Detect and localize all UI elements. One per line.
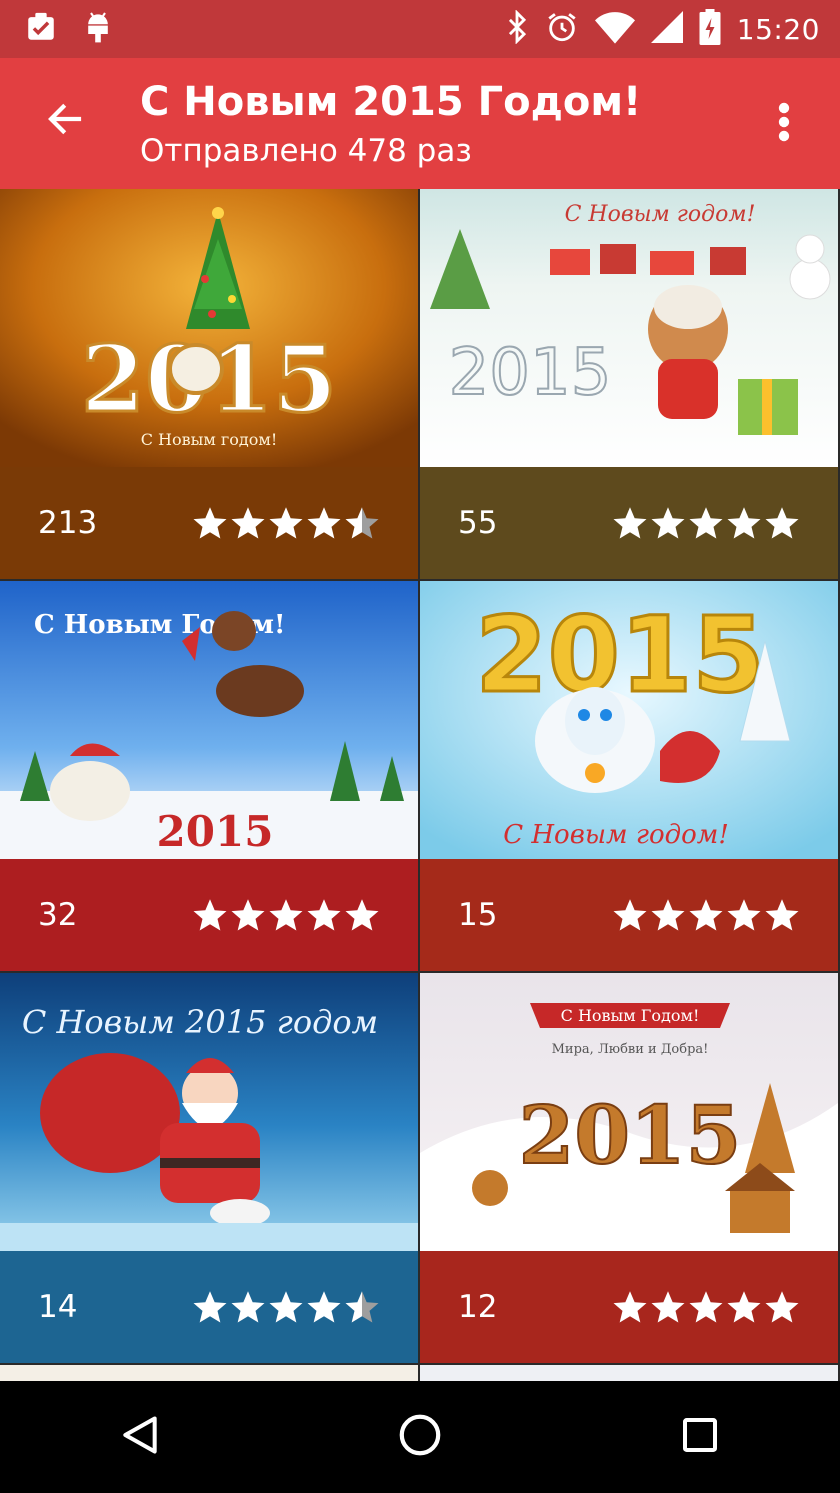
send-count: 213 [38, 505, 98, 541]
card-4[interactable]: 2015 С Новым годом! 15 [420, 581, 838, 971]
star-full-icon [689, 507, 723, 539]
signal-icon [650, 11, 683, 47]
nav-home-button[interactable] [360, 1381, 480, 1493]
rating-stars [612, 1289, 838, 1325]
star-full-icon [193, 507, 227, 539]
bluetooth-icon [505, 9, 529, 48]
card-grid: 2015 С Новым годом! 213 С Новым годом! 2… [0, 189, 840, 1381]
star-full-icon [727, 899, 761, 931]
star-full-icon [727, 1291, 761, 1323]
card-image: С Новым 2015 годом [0, 973, 418, 1251]
star-full-icon [651, 507, 685, 539]
star-full-icon [193, 1291, 227, 1323]
card-art-text: С Новым 2015 годом [22, 1003, 378, 1041]
star-full-icon [231, 507, 265, 539]
back-triangle-icon [118, 1412, 162, 1462]
card-art-year: 2015 [157, 807, 274, 856]
card-footer: 14 [0, 1251, 418, 1363]
rating-stars [612, 897, 838, 933]
clipboard-check-icon [24, 10, 58, 48]
card-image: 2015 С Новым годом! [0, 189, 418, 467]
star-half-icon [345, 507, 379, 539]
card-3[interactable]: С Новым Годом! 2015 32 [0, 581, 418, 971]
star-full-icon [231, 1291, 265, 1323]
card-6[interactable]: С Новым Годом! Мира, Любви и Добра! 2015… [420, 973, 838, 1363]
star-full-icon [307, 507, 341, 539]
card-art-subtext: Мира, Любви и Добра! [552, 1042, 709, 1057]
card-image: С Новым годом! 2015 [420, 189, 838, 467]
card-art-text: С Новым годом! [141, 430, 278, 449]
app-bar: С Новым 2015 Годом! Отправлено 478 раз [0, 58, 840, 189]
more-vert-icon [778, 102, 790, 146]
rating-stars [612, 505, 838, 541]
card-art-text: С Новым годом! [565, 202, 756, 227]
card-art-year: 2015 [519, 1088, 742, 1182]
status-bar: 15:20 [0, 0, 840, 58]
card-art-text: С Новым годом! [503, 820, 729, 850]
back-button[interactable] [30, 86, 100, 156]
recents-square-icon [680, 1415, 720, 1459]
send-count: 55 [458, 505, 498, 541]
wifi-icon [594, 10, 635, 48]
send-count: 12 [458, 1289, 498, 1325]
page-subtitle: Отправлено 478 раз [140, 133, 472, 169]
star-full-icon [765, 1291, 799, 1323]
star-full-icon [765, 899, 799, 931]
star-full-icon [765, 507, 799, 539]
status-time: 15:20 [736, 12, 820, 46]
star-full-icon [231, 899, 265, 931]
star-full-icon [651, 899, 685, 931]
rating-stars [192, 897, 418, 933]
alarm-icon [545, 10, 579, 48]
star-full-icon [269, 1291, 303, 1323]
overflow-menu-button[interactable] [754, 92, 814, 156]
star-full-icon [727, 507, 761, 539]
card-5[interactable]: С Новым 2015 годом 14 [0, 973, 418, 1363]
card-footer: 12 [420, 1251, 838, 1363]
star-half-icon [345, 1291, 379, 1323]
nav-recents-button[interactable] [640, 1381, 760, 1493]
send-count: 14 [38, 1289, 78, 1325]
rating-stars [192, 505, 418, 541]
card-footer: 55 [420, 467, 838, 579]
card-image: С Новым Годом! Мира, Любви и Добра! 2015 [420, 973, 838, 1251]
card-2[interactable]: С Новым годом! 2015 55 [420, 189, 838, 579]
star-full-icon [613, 507, 647, 539]
android-icon [84, 10, 112, 48]
page-title: С Новым 2015 Годом! [140, 79, 642, 125]
card-peek[interactable] [420, 1365, 838, 1381]
screen: 15:20 С Новым 2015 Годом! Отправлено 478… [0, 0, 840, 1493]
card-footer: 15 [420, 859, 838, 971]
battery-charging-icon [699, 9, 721, 49]
card-art-year: 2015 [449, 336, 612, 410]
navigation-bar [0, 1381, 840, 1493]
card-image: 2015 С Новым годом! [420, 581, 838, 859]
card-image: С Новым Годом! 2015 [0, 581, 418, 859]
card-1[interactable]: 2015 С Новым годом! 213 [0, 189, 418, 579]
arrow-back-icon [44, 98, 86, 144]
star-full-icon [269, 507, 303, 539]
send-count: 15 [458, 897, 498, 933]
nav-back-button[interactable] [80, 1381, 200, 1493]
star-full-icon [193, 899, 227, 931]
card-footer: 32 [0, 859, 418, 971]
rating-stars [192, 1289, 418, 1325]
card-art-text: С Новым Годом! [561, 1006, 700, 1025]
star-full-icon [345, 899, 379, 931]
star-full-icon [689, 1291, 723, 1323]
star-full-icon [269, 899, 303, 931]
send-count: 32 [38, 897, 78, 933]
home-circle-icon [397, 1412, 443, 1462]
star-full-icon [307, 1291, 341, 1323]
card-footer: 213 [0, 467, 418, 579]
star-full-icon [613, 899, 647, 931]
star-full-icon [613, 1291, 647, 1323]
star-full-icon [307, 899, 341, 931]
star-full-icon [689, 899, 723, 931]
star-full-icon [651, 1291, 685, 1323]
card-peek[interactable] [0, 1365, 418, 1381]
